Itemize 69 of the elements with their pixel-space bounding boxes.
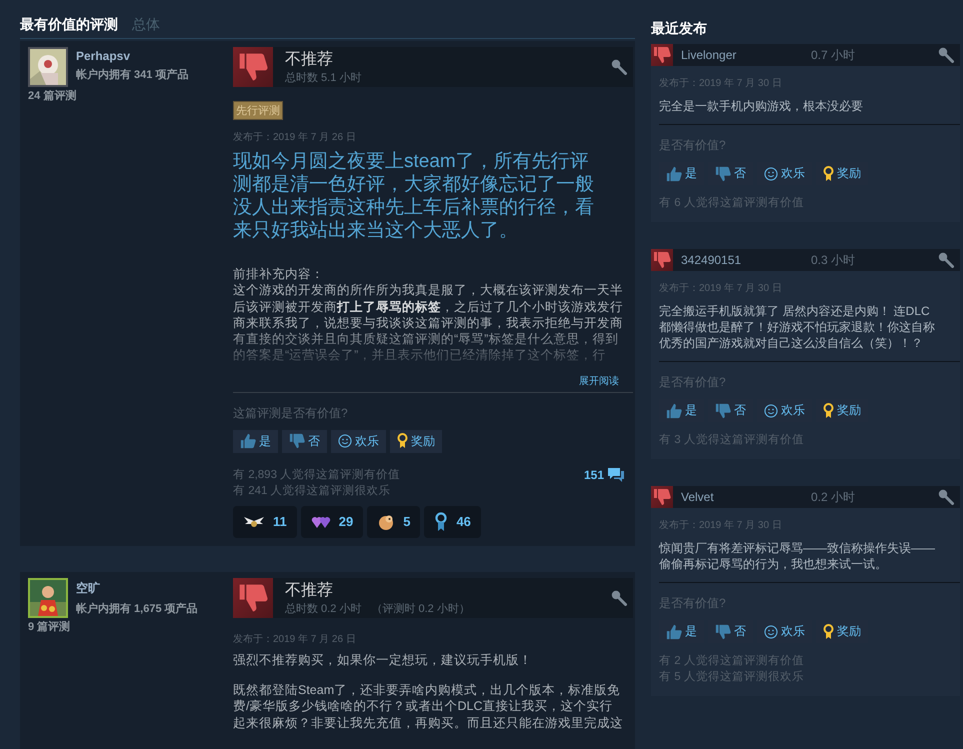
vote-count-text: 有 2,893 人觉得这篇评测有价值 — [233, 467, 400, 482]
smiley-icon — [764, 624, 778, 638]
award-icon — [823, 402, 834, 418]
playtime-text: 0.2 小时 — [811, 488, 856, 506]
vote-button[interactable]: 奖励 — [390, 430, 442, 453]
review-text: 惊闻贵厂有将差评标记辱骂——致信称操作失误——偷偷再标记辱骂的行为，我也想来试一试。 — [659, 540, 936, 572]
key-icon — [611, 590, 627, 606]
smiley-icon — [338, 434, 352, 448]
award-button[interactable]: 46 — [424, 506, 481, 538]
playtime-at-review: （评测时 0.2 小时） — [371, 602, 470, 616]
vote-button[interactable]: 欢乐 — [331, 430, 386, 453]
playtime-text: 总时数 5.1 小时 — [285, 71, 362, 85]
vote-button[interactable]: 是 — [233, 430, 278, 453]
product-count: 帐户内拥有 341 项产品 — [76, 68, 188, 82]
vote-button[interactable]: 否 — [282, 430, 327, 453]
review-headline: 现如今月圆之夜要上steam了，所有先行评测都是清一色好评，大家都好像忘记了一般没人出来指责这种先上车后补票的行径，看来只好我站出来当这个大恶人了。 — [233, 150, 595, 242]
hearts-icon — [310, 514, 331, 529]
posted-date: 发布于：2019 年 7 月 26 日 — [233, 131, 356, 144]
helpful-question: 这篇评测是否有价值? — [233, 404, 348, 422]
key-icon — [938, 252, 954, 268]
winged-award-icon — [243, 514, 265, 529]
award-icon — [823, 166, 834, 182]
vote-count-text: 有 241 人觉得这篇评测很欢乐 — [233, 483, 392, 498]
thumbs-up-icon — [240, 433, 256, 450]
critter-icon — [377, 512, 396, 531]
key-icon — [938, 489, 954, 505]
review-text: 前排补充内容： — [233, 266, 325, 282]
review-text: 完全搬运手机版就算了 居然内容还是内购！ 连DLC都懒得做也是醉了！好游戏不怕玩家退款！你这自称优秀的国产游戏就对自己这么没自信么（笑）！？ — [659, 303, 936, 351]
author-name[interactable]: Perhapsv — [76, 49, 188, 63]
thumbs-down-icon — [715, 624, 731, 640]
award-button[interactable]: 5 — [367, 506, 420, 538]
review-count[interactable]: 9 篇评测 — [28, 618, 233, 634]
early-access-badge: 先行评测 — [233, 101, 283, 120]
comment-count[interactable]: 151 — [584, 466, 625, 483]
review-text: 既然都登陆Steam了，还非要弄啥内购模式，出几个版本，标准版免费/豪华版多少钱啥啥的不行？或者出个DLC直接让我买，这个实行起来很麻烦？非要让我先充值，再购买。而且还只能在游戏里完成这 — [233, 682, 623, 731]
author-name[interactable]: 空旷 — [76, 580, 198, 597]
review-text: 强烈不推荐购买，如果你一定想玩，建议玩手机版！ — [233, 652, 533, 668]
thumbs-down-icon — [715, 166, 731, 182]
key-icon — [611, 59, 627, 75]
comment-icon — [607, 466, 625, 483]
key-icon — [938, 47, 954, 63]
thumbs-up-icon — [666, 402, 682, 418]
verdict-title: 不推荐 — [285, 580, 334, 601]
tab[interactable]: 最有价值的评测 — [20, 16, 118, 34]
read-more-link[interactable]: 展开阅读 — [579, 374, 619, 388]
author-name[interactable]: Velvet — [681, 490, 791, 504]
posted-date: 发布于：2019 年 7 月 26 日 — [233, 632, 356, 646]
product-count: 帐户内拥有 1,675 项产品 — [76, 602, 198, 616]
author-name[interactable]: Livelonger — [681, 48, 791, 62]
playtime-text: 0.3 小时 — [811, 252, 856, 268]
smiley-icon — [764, 166, 778, 180]
smiley-icon — [764, 404, 778, 418]
ribbon-icon — [434, 512, 448, 532]
playtime-text: 总时数 0.2 小时 — [285, 602, 362, 616]
thumbs-up-icon — [666, 166, 682, 182]
award-icon — [823, 624, 834, 640]
award-button[interactable]: 11 — [233, 506, 297, 538]
award-button[interactable]: 29 — [300, 506, 364, 538]
playtime-text: 0.7 小时 — [811, 46, 856, 64]
review-text: 完全是一款手机内购游戏，根本没必要 — [659, 98, 864, 114]
thumbs-up-icon — [666, 624, 682, 640]
thumbs-down-icon — [289, 433, 305, 450]
review-count[interactable]: 24 篇评测 — [28, 88, 233, 103]
author-name[interactable]: 342490151 — [681, 253, 791, 267]
thumbs-down-icon — [715, 402, 731, 418]
review-text: 这个游戏的开发商的所作所为我真是服了，大概在该评测发布一天半后该评测被开发商打上了辱骂的标签，之后过了几个小时该游戏发行商来联系我了，说想要与我谈谈这篇评测的事，我表示拒绝与开发商有直接的交谈并且向其质疑这篇评测的“辱骂”标签是什么意思，得到的答案是“运营误会了”，并且表示他们已经清除掉了这个标签，行 — [233, 282, 623, 364]
award-icon — [397, 433, 408, 450]
verdict-title: 不推荐 — [285, 50, 334, 70]
section-title: 最近发布 — [651, 20, 708, 38]
